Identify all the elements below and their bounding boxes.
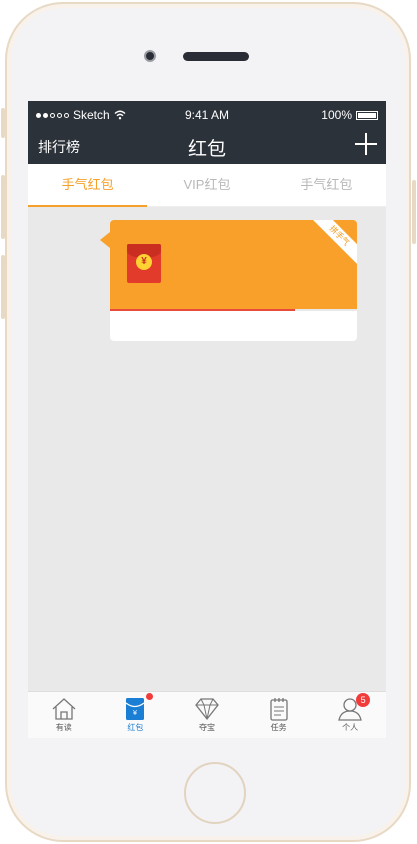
app-screen: Sketch 9:41 AM 100% 排行榜 红包 手气红包 VIP红包 手气… [28, 101, 386, 738]
tabbar-item-reading[interactable]: 有读 [28, 692, 100, 738]
add-icon[interactable] [354, 132, 378, 156]
user-icon: 5 [337, 693, 371, 721]
speaker-grille [183, 52, 249, 61]
red-envelope-icon: ¥ [127, 244, 161, 283]
task-icon [266, 697, 292, 721]
diamond-icon [194, 697, 220, 721]
tabbar-label: 红包 [127, 723, 144, 732]
card-header: ¥ 拼手气 [110, 220, 357, 309]
tab-lucky-packet-2[interactable]: 手气红包 [267, 164, 386, 206]
progress-bar [110, 309, 296, 311]
tabbar-label: 有读 [55, 723, 72, 732]
home-button[interactable] [184, 762, 246, 824]
tabbar-item-tasks[interactable]: 任务 [243, 692, 315, 738]
mute-switch [1, 108, 5, 138]
notification-badge: 5 [356, 693, 371, 707]
tabbar-item-profile[interactable]: 5 个人 [314, 692, 386, 738]
tabbar-item-red-packet[interactable]: ¥ 红包 [100, 692, 172, 738]
page-title: 红包 [187, 139, 226, 160]
status-bar: Sketch 9:41 AM 100% [28, 101, 386, 127]
notification-dot [146, 693, 154, 700]
tabbar-label: 夺宝 [198, 723, 215, 732]
coin-icon: ¥ [136, 254, 152, 270]
tabbar-item-treasure[interactable]: 夺宝 [171, 692, 243, 738]
battery-percent: 100% [321, 108, 352, 122]
tabbar-label: 任务 [270, 723, 287, 732]
tab-vip-packet[interactable]: VIP红包 [147, 164, 266, 206]
power-button [412, 180, 416, 244]
segment-tabs: 手气红包 VIP红包 手气红包 [28, 164, 386, 207]
volume-down-button [1, 255, 5, 319]
bubble-tail [100, 232, 110, 248]
content-area: ¥ 拼手气 [28, 207, 386, 692]
progress-track [110, 309, 357, 311]
bottom-tab-bar: 有读 ¥ 红包 夺宝 任务 5 个人 [28, 691, 386, 738]
lucky-ribbon: 拼手气 [305, 220, 357, 270]
battery-icon [356, 110, 378, 120]
tabbar-label: 个人 [342, 723, 359, 732]
tab-lucky-packet[interactable]: 手气红包 [28, 164, 148, 207]
home-icon [51, 697, 77, 721]
nav-bar: 排行榜 红包 [28, 127, 386, 164]
red-packet-icon: ¥ [122, 693, 154, 721]
red-packet-card[interactable]: ¥ 拼手气 [110, 220, 357, 341]
status-right: 100% [321, 108, 378, 122]
camera-icon [144, 50, 156, 62]
volume-up-button [1, 175, 5, 239]
svg-text:¥: ¥ [133, 709, 138, 717]
